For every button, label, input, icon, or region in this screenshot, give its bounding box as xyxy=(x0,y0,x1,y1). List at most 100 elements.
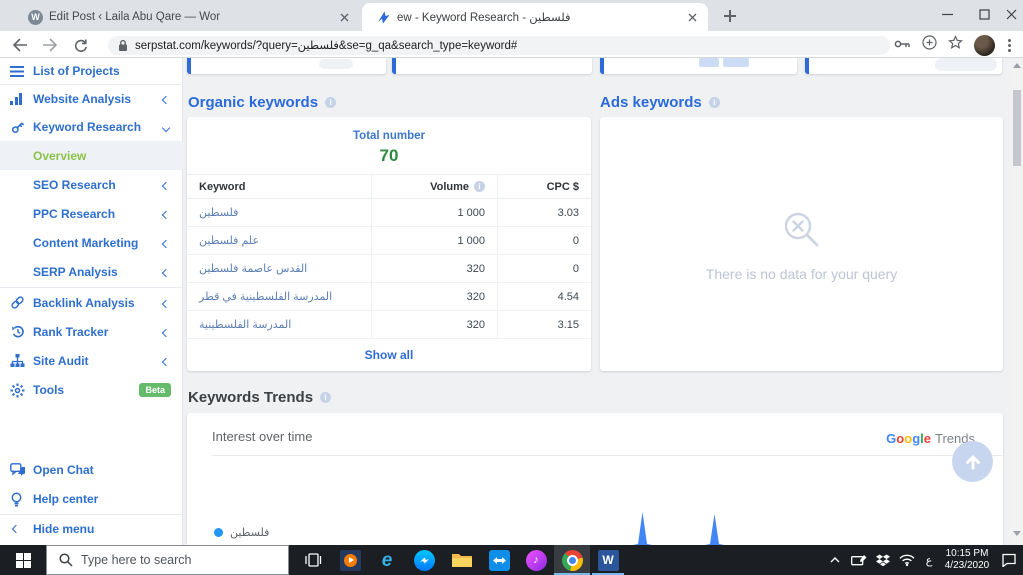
taskbar-search-box[interactable]: Type here to search xyxy=(46,545,289,575)
volume-value: 320 xyxy=(466,262,485,275)
scrollbar-up-arrow[interactable] xyxy=(1012,63,1021,68)
tray-show-hidden-icons[interactable] xyxy=(824,545,846,575)
key-icon xyxy=(10,120,33,135)
tab-serpstat[interactable]: ew - Keyword Research - فلسطين xyxy=(362,3,708,31)
cpc-value: 3.15 xyxy=(557,318,579,331)
tray-action-center[interactable] xyxy=(995,545,1023,575)
itunes-icon: ♪ xyxy=(525,549,547,571)
metric-card-cutoff xyxy=(600,58,797,74)
ads-keywords-heading: Ads keywords xyxy=(600,94,720,111)
touch-keyboard-icon xyxy=(851,555,867,566)
word-icon: W xyxy=(597,549,619,571)
sidebar-item-site-audit[interactable]: Site Audit xyxy=(0,346,183,375)
keyword-link[interactable]: القدس عاصمة فلسطين xyxy=(199,262,307,275)
browser-menu-icon[interactable] xyxy=(1008,43,1011,47)
keyword-link[interactable]: فلسطين xyxy=(199,206,238,219)
url-text: serpstat.com/keywords/?query=فلسطين&se=g… xyxy=(135,40,518,52)
wifi-icon xyxy=(899,554,915,566)
sidebar-item-open-chat[interactable]: Open Chat xyxy=(0,456,183,484)
total-number-label: Total number xyxy=(353,130,425,142)
history-clock-icon xyxy=(10,324,33,339)
sidebar-item-list-of-projects[interactable]: List of Projects xyxy=(0,58,183,84)
tab-wordpress[interactable]: W Edit Post ‹ Laila Abu Qare — Wor xyxy=(14,3,360,31)
sidebar-item-ppc-research[interactable]: PPC Research xyxy=(0,199,183,228)
sidebar-item-label: SEO Research xyxy=(33,177,116,192)
volume-value: 320 xyxy=(466,318,485,331)
show-all-link[interactable]: Show all xyxy=(187,339,591,371)
info-icon[interactable] xyxy=(708,97,720,108)
tab-close-icon[interactable] xyxy=(684,9,700,25)
keyword-link[interactable]: المدرسة الفلسطينية في قطر xyxy=(199,290,332,303)
tray-wifi[interactable] xyxy=(895,545,919,575)
scroll-to-top-button[interactable] xyxy=(952,441,993,482)
serpstat-favicon-icon xyxy=(376,10,391,25)
cpc-value: 0 xyxy=(572,234,579,247)
sidebar-item-backlink-analysis[interactable]: Backlink Analysis xyxy=(0,288,183,317)
sidebar-item-keyword-research[interactable]: Keyword Research xyxy=(0,113,183,141)
sidebar-item-label: Site Audit xyxy=(33,353,89,368)
keyword-link[interactable]: المدرسة الفلسطينية xyxy=(199,318,291,331)
info-icon[interactable] xyxy=(325,97,337,108)
profile-avatar[interactable] xyxy=(974,34,995,56)
table-row: المدرسة الفلسطينية 320 3.15 xyxy=(187,311,591,339)
keyword-link[interactable]: علم فلسطين xyxy=(199,234,259,247)
sidebar-item-content-marketing[interactable]: Content Marketing xyxy=(0,228,183,257)
taskbar-app-messenger[interactable] xyxy=(405,545,443,575)
chat-icon xyxy=(10,463,33,477)
info-icon[interactable] xyxy=(320,392,332,403)
tray-clock[interactable]: 10:15 PM 4/23/2020 xyxy=(939,545,995,575)
start-button[interactable] xyxy=(0,545,46,575)
sidebar-item-label: List of Projects xyxy=(33,64,120,78)
plus-circle-icon[interactable] xyxy=(922,35,937,55)
sidebar-item-help-center[interactable]: Help center xyxy=(0,485,183,513)
scrollbar-down-arrow[interactable] xyxy=(1012,531,1021,536)
taskbar-app-internet-explorer[interactable]: e xyxy=(368,545,406,575)
table-row: المدرسة الفلسطينية في قطر 320 4.54 xyxy=(187,283,591,311)
sidebar-item-rank-tracker[interactable]: Rank Tracker xyxy=(0,317,183,346)
sidebar-item-seo-research[interactable]: SEO Research xyxy=(0,170,183,199)
task-view-button[interactable] xyxy=(294,545,332,575)
browser-tab-strip: W Edit Post ‹ Laila Abu Qare — Wor ew - … xyxy=(0,0,1023,31)
chevron-left-icon xyxy=(161,210,171,219)
taskbar-app-films-tv[interactable] xyxy=(331,545,369,575)
bookmark-star-icon[interactable] xyxy=(948,35,963,55)
chevron-left-icon xyxy=(161,357,171,366)
taskbar-app-chrome-active[interactable] xyxy=(554,545,590,575)
chevron-left-icon xyxy=(161,299,171,308)
dropbox-icon xyxy=(876,554,890,566)
sidebar-item-overview[interactable]: Overview xyxy=(0,141,183,170)
tab-close-icon[interactable] xyxy=(336,9,352,25)
chart-bars-icon xyxy=(10,92,33,105)
info-icon[interactable] xyxy=(474,181,485,192)
scrollbar-thumb[interactable] xyxy=(1012,90,1021,166)
sidebar: List of Projects Website Analysis Keywor… xyxy=(0,58,183,545)
forward-button-icon[interactable] xyxy=(40,35,60,55)
taskbar-app-itunes[interactable]: ♪ xyxy=(517,545,555,575)
url-bar[interactable]: serpstat.com/keywords/?query=فلسطين&se=g… xyxy=(108,35,890,55)
sidebar-item-serp-analysis[interactable]: SERP Analysis xyxy=(0,257,183,286)
sidebar-item-hide-menu[interactable]: Hide menu xyxy=(0,515,183,543)
sidebar-item-tools[interactable]: Tools Beta xyxy=(0,375,183,405)
tray-dropbox[interactable] xyxy=(871,545,895,575)
window-close-button[interactable] xyxy=(999,0,1023,28)
password-key-icon[interactable] xyxy=(894,36,911,54)
hamburger-icon xyxy=(10,65,33,77)
taskbar-app-teamviewer[interactable] xyxy=(480,545,518,575)
back-button-icon[interactable] xyxy=(10,35,30,55)
taskbar-app-word-active[interactable]: W xyxy=(590,545,626,575)
cpc-value: 4.54 xyxy=(557,290,579,303)
refresh-button-icon[interactable] xyxy=(70,35,90,55)
link-icon xyxy=(10,295,33,310)
volume-value: 1 000 xyxy=(457,234,485,247)
tray-language-indicator[interactable]: ع xyxy=(919,545,939,575)
chrome-icon xyxy=(561,549,583,571)
page-scrollbar[interactable] xyxy=(1010,58,1023,545)
column-header-keyword: Keyword xyxy=(187,175,372,198)
sidebar-item-label: Open Chat xyxy=(33,463,94,477)
taskbar-app-file-explorer[interactable] xyxy=(443,545,481,575)
tray-touch-keyboard[interactable] xyxy=(847,545,871,575)
sidebar-item-website-analysis[interactable]: Website Analysis xyxy=(0,84,183,113)
volume-value: 1 000 xyxy=(457,206,485,219)
new-tab-button[interactable] xyxy=(722,8,738,24)
empty-state: There is no data for your query xyxy=(600,209,1003,282)
